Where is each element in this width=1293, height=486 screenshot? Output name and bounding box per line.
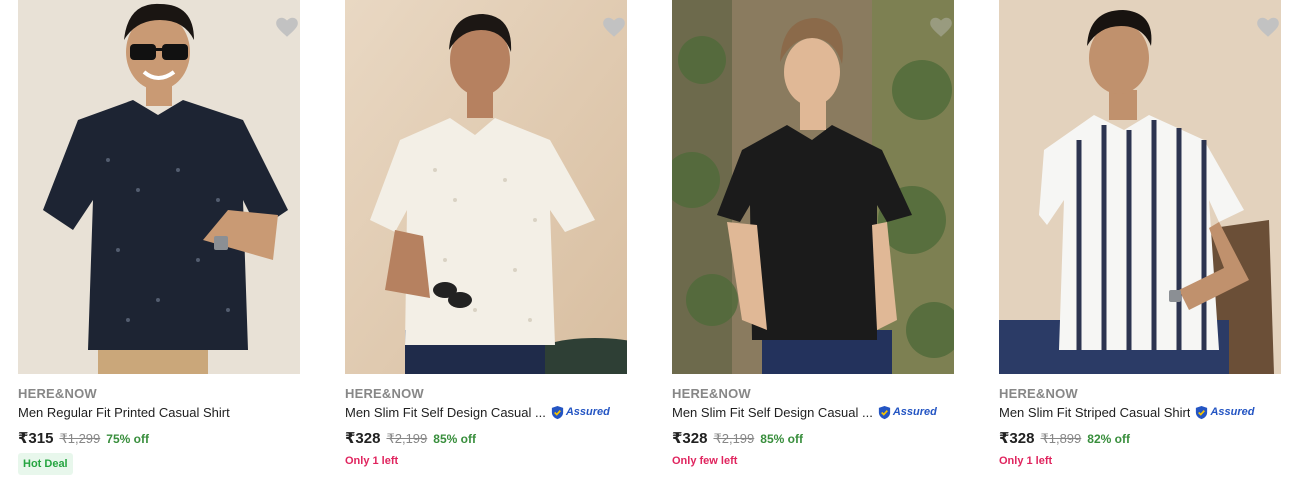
price-row: ₹328 ₹2,199 85% off	[672, 429, 803, 447]
product-title-row: Men Slim Fit Self Design Casual ... Assu…	[345, 403, 645, 421]
shield-check-icon	[551, 405, 563, 419]
product-image[interactable]	[18, 0, 300, 374]
assured-label: Assured	[1210, 406, 1255, 418]
heart-icon[interactable]	[274, 14, 300, 40]
product-card[interactable]: HERE&NOW Men Slim Fit Self Design Casual…	[345, 0, 645, 486]
product-title[interactable]: Men Slim Fit Striped Casual Shirt	[999, 405, 1190, 420]
product-brand: HERE&NOW	[672, 386, 751, 401]
discount-label: 75% off	[106, 432, 149, 446]
selling-price: ₹315	[18, 430, 54, 447]
heart-icon[interactable]	[1255, 14, 1281, 40]
price-row: ₹328 ₹1,899 82% off	[999, 429, 1130, 447]
original-price: ₹2,199	[713, 431, 755, 446]
assured-label: Assured	[565, 406, 610, 418]
product-photo	[18, 0, 300, 374]
price-row: ₹328 ₹2,199 85% off	[345, 429, 476, 447]
price-row: ₹315 ₹1,299 75% off	[18, 429, 149, 447]
product-photo	[672, 0, 954, 374]
shield-check-icon	[1196, 405, 1208, 419]
product-title-row: Men Regular Fit Printed Casual Shirt	[18, 403, 318, 421]
product-title-row: Men Slim Fit Striped Casual Shirt Assure…	[999, 403, 1293, 421]
product-card[interactable]: HERE&NOW Men Slim Fit Striped Casual Shi…	[999, 0, 1293, 486]
selling-price: ₹328	[672, 430, 708, 447]
assured-badge: Assured	[1194, 405, 1254, 420]
original-price: ₹1,899	[1040, 431, 1082, 446]
product-photo	[345, 0, 627, 374]
product-title[interactable]: Men Slim Fit Self Design Casual ...	[345, 405, 546, 420]
hot-deal-badge: Hot Deal	[18, 453, 73, 475]
product-title[interactable]: Men Slim Fit Self Design Casual ...	[672, 405, 873, 420]
selling-price: ₹328	[345, 430, 381, 447]
product-card[interactable]: HERE&NOW Men Regular Fit Printed Casual …	[18, 0, 318, 486]
stock-status: Only few left	[672, 455, 738, 467]
product-brand: HERE&NOW	[345, 386, 424, 401]
stock-status: Only 1 left	[345, 455, 399, 467]
product-card[interactable]: HERE&NOW Men Slim Fit Self Design Casual…	[672, 0, 972, 486]
selling-price: ₹328	[999, 430, 1035, 447]
original-price: ₹1,299	[59, 431, 101, 446]
discount-label: 85% off	[433, 432, 476, 446]
product-title-row: Men Slim Fit Self Design Casual ... Assu…	[672, 403, 972, 421]
assured-badge: Assured	[877, 405, 937, 420]
assured-label: Assured	[892, 406, 937, 418]
heart-icon[interactable]	[601, 14, 627, 40]
original-price: ₹2,199	[386, 431, 428, 446]
discount-label: 85% off	[760, 432, 803, 446]
product-image[interactable]	[345, 0, 627, 374]
product-title[interactable]: Men Regular Fit Printed Casual Shirt	[18, 405, 230, 420]
product-brand: HERE&NOW	[999, 386, 1078, 401]
product-grid: HERE&NOW Men Regular Fit Printed Casual …	[0, 0, 1293, 486]
product-image[interactable]	[999, 0, 1281, 374]
shield-check-icon	[878, 405, 890, 419]
stock-status: Only 1 left	[999, 455, 1053, 467]
assured-badge: Assured	[550, 405, 610, 420]
product-photo	[999, 0, 1281, 374]
product-brand: HERE&NOW	[18, 386, 97, 401]
discount-label: 82% off	[1087, 432, 1130, 446]
heart-icon[interactable]	[928, 14, 954, 40]
product-image[interactable]	[672, 0, 954, 374]
